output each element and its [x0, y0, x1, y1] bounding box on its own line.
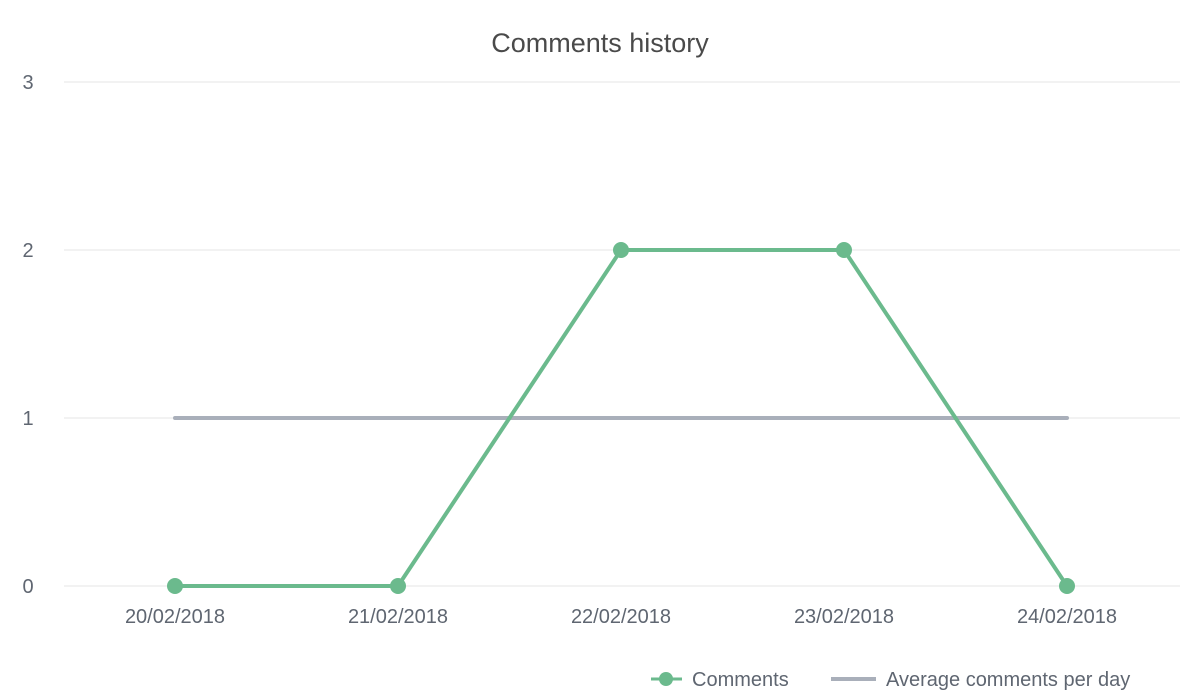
y-tick-label: 0 [22, 576, 33, 598]
grid-lines [64, 81, 1180, 587]
chart-svg: Comments history 0 1 2 3 20/02/2018 21/02/20… [22, 28, 1180, 691]
x-tick-label: 24/02/2018 [1017, 606, 1117, 628]
legend-comments-label: Comments [692, 669, 789, 691]
y-tick-label: 1 [22, 408, 33, 430]
x-tick-label: 23/02/2018 [794, 606, 894, 628]
comments-data-point [613, 242, 629, 258]
series-layer [167, 242, 1075, 594]
comments-data-point [167, 578, 183, 594]
legend-item-average[interactable]: Average comments per day [831, 669, 1130, 691]
comments-data-point [836, 242, 852, 258]
comments-data-point [1059, 578, 1075, 594]
y-axis-ticks: 0 1 2 3 [22, 72, 33, 598]
x-tick-label: 20/02/2018 [125, 606, 225, 628]
chart-container: Comments history 0 1 2 3 20/02/2018 21/02/20… [0, 0, 1200, 700]
y-tick-label: 3 [22, 72, 33, 94]
x-axis-ticks: 20/02/2018 21/02/2018 22/02/2018 23/02/2018… [125, 606, 1117, 628]
x-tick-label: 22/02/2018 [571, 606, 671, 628]
legend-average-label: Average comments per day [886, 669, 1130, 691]
chart-title: Comments history [491, 28, 709, 58]
x-tick-label: 21/02/2018 [348, 606, 448, 628]
legend: Comments Average comments per day [651, 669, 1130, 691]
comments-data-point [390, 578, 406, 594]
legend-item-comments[interactable]: Comments [651, 669, 789, 691]
y-tick-label: 2 [22, 240, 33, 262]
legend-comments-marker [659, 672, 673, 686]
